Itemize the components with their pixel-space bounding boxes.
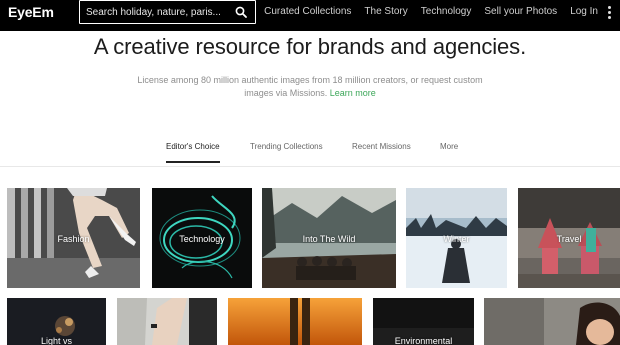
more-menu-icon[interactable] — [608, 6, 612, 20]
collection-label-technology: Technology — [179, 234, 225, 244]
hero-subtitle-text: License among 80 million authentic image… — [137, 75, 483, 98]
collection-tile-winter[interactable]: Winter — [406, 188, 507, 288]
collection-tabs: Editor's Choice Trending Collections Rec… — [0, 142, 620, 167]
nav-log-in[interactable]: Log In — [570, 6, 598, 22]
kid-photo — [484, 298, 620, 345]
sunset-photo — [228, 298, 362, 345]
learn-more-link[interactable]: Learn more — [330, 88, 376, 98]
tab-trending-collections[interactable]: Trending Collections — [250, 142, 323, 151]
tab-editors-choice[interactable]: Editor's Choice — [166, 142, 220, 163]
collection-label-travel: Travel — [556, 234, 582, 244]
search-box[interactable] — [79, 0, 256, 24]
collection-tile-kid[interactable] — [484, 298, 620, 345]
main-navigation: Curated Collections The Story Technology… — [251, 6, 598, 22]
search-input[interactable] — [86, 4, 231, 20]
collection-tile-environmental[interactable]: Environmental — [373, 298, 474, 345]
collection-tile-fashion[interactable]: Fashion — [7, 188, 140, 288]
collection-label-environmental: Environmental — [394, 336, 453, 345]
collection-label-fashion: Fashion — [57, 234, 90, 244]
collection-tile-technology[interactable]: Technology — [152, 188, 252, 288]
collection-tile-light-vs[interactable]: Light vs — [7, 298, 106, 345]
nav-the-story[interactable]: The Story — [364, 6, 407, 22]
nav-technology[interactable]: Technology — [421, 6, 472, 22]
top-navigation-bar: EyeEm Curated Collections The Story Tech… — [0, 0, 620, 31]
collection-label-winter: Winter — [443, 234, 470, 244]
collection-tile-sunset[interactable] — [228, 298, 362, 345]
search-icon[interactable] — [235, 6, 247, 18]
collection-tile-people[interactable] — [117, 298, 217, 345]
hero-title: A creative resource for brands and agenc… — [93, 34, 527, 59]
tab-recent-missions[interactable]: Recent Missions — [352, 142, 411, 151]
nav-curated-collections[interactable]: Curated Collections — [264, 6, 351, 22]
hero-subtitle: License among 80 million authentic image… — [130, 74, 490, 100]
collection-label-light-vs: Light vs — [40, 336, 73, 345]
collection-tile-into-the-wild[interactable]: Into The Wild — [262, 188, 396, 288]
collection-label-into-the-wild: Into The Wild — [302, 234, 356, 244]
tab-more[interactable]: More — [440, 142, 458, 151]
eyeem-logo[interactable]: EyeEm — [8, 4, 54, 20]
collection-tile-travel[interactable]: Travel — [518, 188, 620, 288]
nav-sell-your-photos[interactable]: Sell your Photos — [484, 6, 557, 22]
people-photo — [117, 298, 217, 345]
